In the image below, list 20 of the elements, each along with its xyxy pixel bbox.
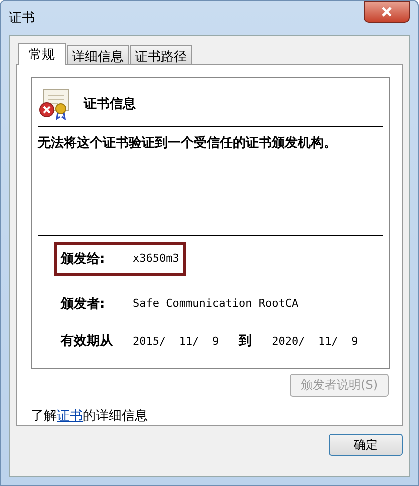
certificate-link[interactable]: 证书 (57, 409, 83, 424)
field-value: Safe Communication RootCA (133, 297, 299, 310)
window-title: 证书 (9, 10, 35, 27)
tab[interactable]: 详细信息 (67, 45, 129, 64)
field-label: 到 (239, 333, 252, 350)
close-icon (381, 7, 393, 17)
ok-button[interactable]: 确定 (329, 434, 403, 456)
field-label: 颁发者: (61, 296, 106, 313)
trust-warning-text: 无法将这个证书验证到一个受信任的证书颁发机构。 (38, 134, 338, 152)
close-button[interactable] (364, 1, 410, 23)
field-label: 有效期从 (61, 333, 113, 350)
tab[interactable]: 常规 (18, 43, 66, 65)
field-label: 颁发给: (61, 250, 106, 268)
date-to: 2020/ 11/ 9 (272, 334, 358, 348)
date-from: 2015/ 11/ 9 (133, 334, 220, 348)
learn-more-text: 了解证书的详细信息 (31, 408, 149, 425)
info-heading: 证书信息 (84, 96, 136, 113)
field-value: x3650m3 (133, 252, 180, 266)
tab[interactable]: 证书路径 (130, 45, 192, 64)
certificate-error-icon (38, 88, 70, 120)
